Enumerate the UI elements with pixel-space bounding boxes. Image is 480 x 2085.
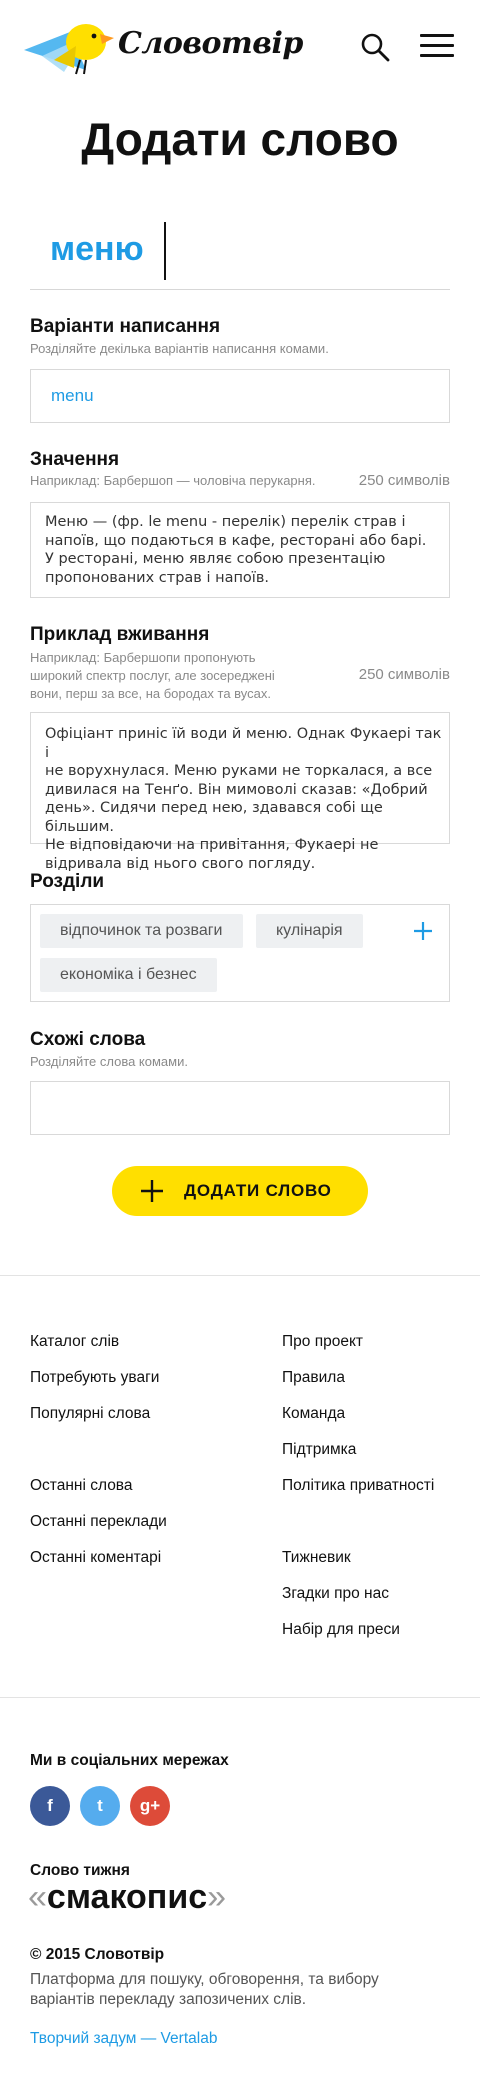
example-line: Офіціант приніс їй води й меню. Однак Фу… <box>45 726 442 761</box>
spellings-input[interactable]: menu <box>30 369 450 423</box>
example-hint-line: вони, перш за все, на бородах та вусах. <box>30 686 271 701</box>
section-tag[interactable]: економіка і безнес <box>40 958 217 992</box>
example-line: не ворухнулася. Меню руками не торкалася… <box>45 763 433 779</box>
quote-close: » <box>207 1878 227 1916</box>
example-label: Приклад вживання <box>30 624 210 645</box>
footer-link-about[interactable]: Про проект <box>282 1333 363 1351</box>
add-word-button-label: ДОДАТИ СЛОВО <box>184 1181 332 1200</box>
section-tag[interactable]: відпочинок та розваги <box>40 914 243 948</box>
menu-bar <box>420 54 454 57</box>
footer-link-rules[interactable]: Правила <box>282 1369 345 1387</box>
example-textarea[interactable]: Офіціант приніс їй води й меню. Однак Фу… <box>30 712 450 872</box>
word-of-week-value: смакопис <box>46 1878 208 1916</box>
about-line: Платформа для пошуку, обговорення, та ви… <box>30 1971 379 1988</box>
spellings-label: Варіанти написання <box>30 316 221 337</box>
section-tag[interactable]: кулінарія <box>256 914 363 948</box>
footer-link-support[interactable]: Підтримка <box>282 1441 356 1459</box>
meaning-label: Значення <box>30 449 120 470</box>
footer-link-popular[interactable]: Популярні слова <box>30 1405 150 1423</box>
about-text: Платформа для пошуку, обговорення, та ви… <box>30 1970 450 2010</box>
example-hint-line: широкий спектр послуг, але зосереджені <box>30 668 275 683</box>
example-line: відривала від нього свого погляду. <box>45 855 316 872</box>
example-hint-line: Наприклад: Барбершопи пропонують <box>30 650 256 665</box>
similar-hint: Розділяйте слова комами. <box>30 1054 188 1069</box>
meaning-line: напоїв, що подаються в кафе, ресторані а… <box>45 532 427 549</box>
example-char-counter: 250 символів <box>358 666 450 683</box>
facebook-icon[interactable]: f <box>30 1786 70 1826</box>
footer-link-team[interactable]: Команда <box>282 1405 345 1423</box>
footer-link-latest-translations[interactable]: Останні переклади <box>30 1513 167 1531</box>
meaning-line: Меню — (фр. le menu - перелік) перелік с… <box>45 514 406 530</box>
footer-divider <box>0 1275 480 1276</box>
footer-link-press-kit[interactable]: Набір для преси <box>282 1621 400 1639</box>
footer-link-attention[interactable]: Потребують уваги <box>30 1369 159 1387</box>
similar-label: Схожі слова <box>30 1029 146 1050</box>
example-line: день». Сидячи перед нею, здавався собі щ… <box>45 800 383 835</box>
footer-link-latest-words[interactable]: Останні слова <box>30 1477 133 1495</box>
bird-logo-icon[interactable] <box>24 16 116 76</box>
word-of-week[interactable]: «смакопис» <box>28 1878 226 1917</box>
menu-bar <box>420 34 454 37</box>
about-line: варіантів перекладу запозичених слів. <box>30 1991 307 2008</box>
example-line: Не відповідаючи на привітання, Фукаері н… <box>45 837 379 853</box>
page-title: Додати слово <box>81 113 399 165</box>
quote-open: « <box>28 1878 47 1916</box>
footer-link-weekly[interactable]: Тижневик <box>282 1549 351 1567</box>
credit-link[interactable]: Творчий задум — Vertalab <box>30 2030 217 2048</box>
menu-bar <box>420 44 454 47</box>
footer-link-mentions[interactable]: Згадки про нас <box>282 1585 389 1603</box>
footer-link-latest-comments[interactable]: Останні коментарі <box>30 1549 161 1567</box>
hamburger-menu-icon[interactable] <box>420 34 454 60</box>
meaning-line: У ресторані, меню являє собою презентаці… <box>45 551 386 567</box>
add-section-plus-icon[interactable] <box>412 920 434 942</box>
spellings-hint: Розділяйте декілька варіантів написання … <box>30 341 329 356</box>
footer-link-privacy[interactable]: Політика приватності <box>282 1477 434 1495</box>
example-line: дивилася на Тенґо. Він мимоволі сказав: … <box>45 781 428 798</box>
sections-label: Розділи <box>30 871 105 892</box>
plus-icon <box>141 1180 163 1202</box>
site-header: Словотвір <box>0 0 480 92</box>
search-icon[interactable] <box>358 30 392 64</box>
twitter-icon[interactable]: t <box>80 1786 120 1826</box>
copyright: © 2015 Словотвір <box>30 1946 165 1963</box>
footer-divider <box>0 1697 480 1698</box>
footer-link-catalog[interactable]: Каталог слів <box>30 1333 119 1351</box>
add-word-button[interactable]: ДОДАТИ СЛОВО <box>112 1166 368 1216</box>
word-field[interactable]: меню <box>30 218 450 290</box>
google-plus-icon[interactable]: g+ <box>130 1786 170 1826</box>
text-caret <box>164 222 166 280</box>
meaning-char-counter: 250 символів <box>358 472 450 489</box>
similar-input[interactable] <box>30 1081 450 1135</box>
meaning-textarea[interactable]: Меню — (фр. le menu - перелік) перелік с… <box>30 502 450 598</box>
meaning-hint: Наприклад: Барбершоп — чоловіча перукарн… <box>30 473 316 488</box>
social-title: Ми в соціальних мережах <box>30 1752 229 1769</box>
meaning-line: пропонованих страв і напоїв. <box>45 569 269 586</box>
word-input[interactable]: меню <box>50 230 144 269</box>
spellings-value: menu <box>51 386 94 405</box>
brand-name[interactable]: Словотвір <box>118 26 303 61</box>
